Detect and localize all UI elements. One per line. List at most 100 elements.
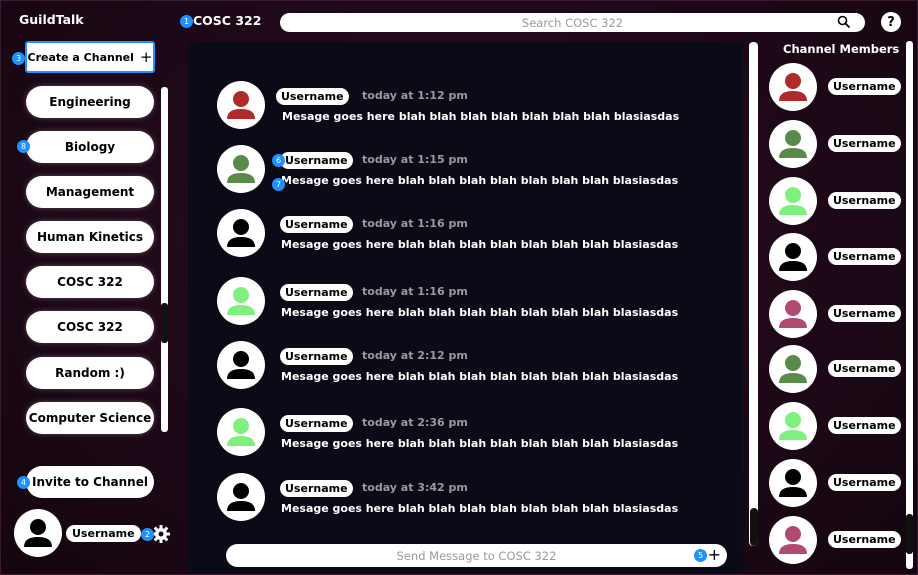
user-icon — [779, 469, 807, 497]
message-avatar[interactable] — [217, 277, 265, 325]
search-placeholder: Search COSC 322 — [521, 15, 624, 30]
message-avatar[interactable] — [217, 473, 265, 521]
channel-title: COSC 322 — [193, 13, 262, 28]
user-icon — [779, 526, 807, 554]
member-avatar — [769, 177, 817, 225]
create-channel-label: Create a Channel — [27, 50, 134, 64]
create-channel-button[interactable]: Create a Channel + — [25, 41, 155, 73]
chat-scrollbar[interactable] — [749, 42, 758, 546]
member-item[interactable]: Username — [769, 63, 904, 113]
plus-icon: + — [139, 48, 153, 66]
search-input[interactable]: Search COSC 322 — [280, 13, 865, 32]
message-username[interactable]: Username — [280, 152, 353, 169]
member-avatar — [769, 345, 817, 393]
annotation-badge-3: 3 — [12, 52, 25, 65]
annotation-badge-6: 6 — [272, 154, 285, 167]
message-username[interactable]: Username — [280, 348, 353, 365]
user-icon — [779, 73, 807, 101]
invite-to-channel-button[interactable]: Invite to Channel — [26, 466, 154, 498]
channel-item-biology[interactable]: Biology — [26, 131, 154, 163]
message-username[interactable]: Username — [280, 284, 353, 301]
member-name: Username — [828, 78, 901, 95]
annotation-badge-5: 5 — [694, 549, 707, 562]
message-item: Username today at 2:12 pm Mesage goes he… — [217, 341, 717, 393]
current-user-avatar[interactable] — [14, 509, 62, 557]
current-user-name: Username — [66, 525, 141, 542]
annotation-badge-1: 1 — [180, 15, 193, 28]
member-item[interactable]: Username — [769, 290, 904, 340]
member-name: Username — [828, 192, 901, 209]
member-name: Username — [828, 531, 901, 548]
member-item[interactable]: Username — [769, 402, 904, 452]
message-item: Username today at 3:42 pm Mesage goes he… — [217, 473, 717, 525]
message-item: Username today at 1:16 pm Mesage goes he… — [217, 209, 717, 261]
member-name: Username — [828, 305, 901, 322]
user-icon — [24, 519, 52, 547]
member-item[interactable]: Username — [769, 345, 904, 395]
search-icon[interactable] — [837, 15, 851, 29]
members-title: Channel Members — [783, 42, 900, 56]
annotation-badge-2: 2 — [141, 528, 154, 541]
member-name: Username — [828, 360, 901, 377]
member-item[interactable]: Username — [769, 516, 904, 566]
sidebar-scrollbar[interactable] — [161, 87, 168, 432]
message-text: Mesage goes here blah blah blah blah bla… — [281, 370, 679, 383]
message-avatar[interactable] — [217, 408, 265, 456]
channel-item-engineering[interactable]: Engineering — [26, 86, 154, 118]
chat-scroll-thumb[interactable] — [750, 508, 758, 546]
message-avatar[interactable] — [217, 341, 265, 389]
user-icon — [779, 300, 807, 328]
channel-item-cosc-322-2[interactable]: COSC 322 — [26, 311, 154, 343]
user-icon — [227, 155, 255, 183]
message-text: Mesage goes here blah blah blah blah bla… — [281, 306, 679, 319]
channel-item-random[interactable]: Random :) — [26, 357, 154, 389]
user-icon — [227, 287, 255, 315]
message-input[interactable]: Send Message to COSC 322 5 + — [226, 544, 727, 567]
message-avatar[interactable] — [217, 81, 265, 129]
user-icon — [779, 130, 807, 158]
user-icon — [779, 412, 807, 440]
user-icon — [227, 91, 255, 119]
message-text: Mesage goes here blah blah blah blah bla… — [281, 238, 679, 251]
message-timestamp: today at 3:42 pm — [362, 481, 468, 494]
member-item[interactable]: Username — [769, 459, 904, 509]
message-timestamp: today at 1:16 pm — [362, 217, 468, 230]
message-avatar[interactable] — [217, 209, 265, 257]
message-timestamp: today at 1:15 pm — [362, 153, 468, 166]
member-item[interactable]: Username — [769, 177, 904, 227]
user-icon — [227, 219, 255, 247]
sidebar-scroll-thumb[interactable] — [161, 303, 168, 343]
message-item: Username today at 1:12 pm Mesage goes he… — [217, 81, 717, 133]
member-item[interactable]: Username — [769, 120, 904, 170]
user-icon — [227, 418, 255, 446]
attach-plus-icon[interactable]: + — [708, 545, 721, 564]
message-username[interactable]: Username — [280, 480, 353, 497]
message-username[interactable]: Username — [280, 415, 353, 432]
channel-item-management[interactable]: Management — [26, 176, 154, 208]
gear-icon[interactable] — [151, 524, 171, 544]
channel-item-computer-science[interactable]: Computer Science — [26, 402, 154, 434]
message-item: Username today at 2:36 pm Mesage goes he… — [217, 408, 717, 460]
message-text: Mesage goes here blah blah blah blah bla… — [281, 174, 679, 187]
member-item[interactable]: Username — [769, 233, 904, 283]
message-list: Username today at 1:12 pm Mesage goes he… — [188, 42, 743, 574]
app-brand: GuildTalk — [19, 12, 84, 27]
message-timestamp: today at 2:36 pm — [362, 416, 468, 429]
app-window: GuildTalk 1 COSC 322 Search COSC 322 ? 3… — [0, 0, 918, 575]
message-input-placeholder: Send Message to COSC 322 — [396, 548, 557, 563]
member-name: Username — [828, 474, 901, 491]
members-scrollbar[interactable] — [906, 41, 913, 569]
message-avatar[interactable] — [217, 145, 265, 193]
member-name: Username — [828, 248, 901, 265]
message-username[interactable]: Username — [280, 216, 353, 233]
channel-item-cosc-322[interactable]: COSC 322 — [26, 266, 154, 298]
help-button[interactable]: ? — [881, 12, 901, 32]
annotation-badge-8: 8 — [17, 140, 30, 153]
user-icon — [227, 483, 255, 511]
annotation-badge-7: 7 — [272, 178, 285, 191]
channel-item-human-kinetics[interactable]: Human Kinetics — [26, 221, 154, 253]
message-username[interactable]: Username — [276, 88, 349, 105]
member-name: Username — [828, 417, 901, 434]
member-avatar — [769, 233, 817, 281]
members-scroll-thumb[interactable] — [906, 514, 913, 554]
